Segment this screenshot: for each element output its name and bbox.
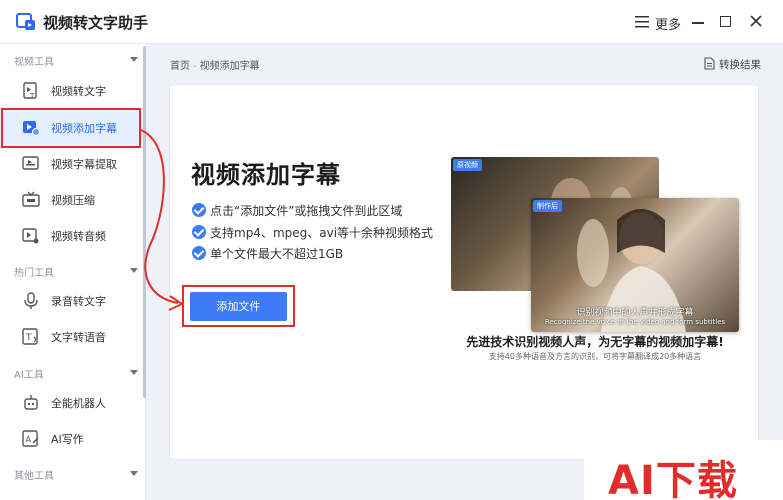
video-audio-icon	[22, 228, 39, 244]
original-video-tag: 原视频	[453, 159, 482, 171]
breadcrumb-separator: -	[193, 61, 197, 72]
sidebar-item-label: 录音转文字	[51, 295, 106, 308]
app-title: 视频转文字助手	[43, 14, 149, 32]
check-circle-icon	[192, 246, 206, 260]
svg-text:A: A	[26, 435, 32, 444]
sidebar-item-video-compress[interactable]: 视频压缩	[0, 182, 143, 218]
check-circle-icon	[192, 225, 206, 239]
more-menu-button[interactable]: 更多	[655, 14, 681, 33]
breadcrumb: 首页 - 视频添加字幕	[170, 57, 260, 72]
chevron-down-icon[interactable]	[130, 268, 138, 273]
text-speech-icon: T	[22, 328, 38, 345]
section-label: AI工具	[14, 370, 44, 381]
promo-subtitle: 支持40多种语音及方言的识别，可将字幕翻译成20多种语言	[488, 352, 702, 361]
subtitle-extract-icon	[22, 156, 39, 170]
tv-compress-icon	[22, 191, 40, 207]
section-label: 其他工具	[14, 471, 54, 482]
promo-title: 先进技术识别视频人声，为无字幕的视频加字幕!	[466, 335, 724, 349]
sidebar-item-text-to-speech[interactable]: T 文字转语音	[0, 319, 143, 355]
video-doc-icon: T	[23, 82, 37, 100]
check-circle-icon	[192, 203, 206, 217]
sidebar-item-label: 视频字幕提取	[51, 158, 117, 171]
section-video-tools[interactable]: 视频工具	[0, 46, 146, 72]
minimize-icon[interactable]	[692, 22, 704, 24]
ai-write-icon: A	[22, 430, 39, 447]
page-title: 视频添加字幕	[191, 161, 341, 189]
section-hot-tools[interactable]: 热门工具	[0, 257, 146, 283]
breadcrumb-home[interactable]: 首页	[170, 61, 190, 72]
sidebar-scrollbar[interactable]	[143, 46, 146, 398]
sidebar-item-record-to-text[interactable]: 录音转文字	[0, 283, 143, 319]
section-label: 热门工具	[14, 268, 54, 279]
section-ai-tools[interactable]: AI工具	[0, 359, 146, 385]
title-bar: 视频转文字助手 更多	[0, 0, 783, 44]
highlight-frame	[1, 108, 141, 148]
microphone-icon	[24, 292, 38, 309]
feature-label: 点击“添加文件”或拖拽文件到此区域	[210, 204, 403, 218]
maximize-icon[interactable]	[720, 16, 731, 27]
sidebar-item-label: 视频转文字	[51, 85, 106, 98]
subtitle-cn: 识别视频中的人声并形成字幕	[576, 308, 694, 318]
sidebar-item-label: 文字转语音	[51, 331, 106, 344]
breadcrumb-current: 视频添加字幕	[199, 61, 260, 72]
menu-icon[interactable]	[635, 16, 649, 28]
feature-label: 单个文件最大不超过1GB	[210, 247, 344, 261]
close-icon[interactable]	[748, 13, 764, 29]
watermark-logo: AI下载	[608, 458, 738, 500]
document-icon	[704, 57, 715, 70]
sidebar-item-label: 全能机器人	[51, 397, 106, 410]
subtitle-en: Recognize the voice of the video and for…	[544, 318, 726, 326]
sidebar-item-video-to-text[interactable]: T 视频转文字	[0, 73, 143, 109]
sidebar-item-video-to-audio[interactable]: 视频转音频	[0, 218, 143, 254]
chevron-down-icon[interactable]	[130, 370, 138, 375]
svg-text:T: T	[25, 333, 32, 343]
chevron-down-icon[interactable]	[130, 471, 138, 476]
sidebar-item-robot[interactable]: 全能机器人	[0, 385, 143, 421]
section-other-tools[interactable]: 其他工具	[0, 460, 146, 486]
robot-icon	[24, 395, 38, 410]
sidebar-item-label: 视频压缩	[51, 194, 95, 207]
results-label: 转换结果	[719, 59, 761, 71]
sidebar-item-subtitle-extract[interactable]: 视频字幕提取	[0, 146, 143, 182]
chevron-down-icon[interactable]	[130, 57, 138, 62]
app-logo-icon	[16, 13, 35, 30]
svg-text:T: T	[29, 92, 35, 100]
processed-video-tag: 制作后	[533, 200, 562, 212]
sidebar-item-label: 视频转音频	[51, 230, 106, 243]
sidebar-item-label: AI写作	[51, 433, 84, 446]
section-label: 视频工具	[14, 57, 54, 68]
add-file-button[interactable]: 添加文件	[190, 292, 287, 321]
feature-label: 支持mp4、mpeg、avi等十余种视频格式	[210, 226, 434, 240]
sidebar-item-ai-writing[interactable]: A AI写作	[0, 421, 143, 457]
